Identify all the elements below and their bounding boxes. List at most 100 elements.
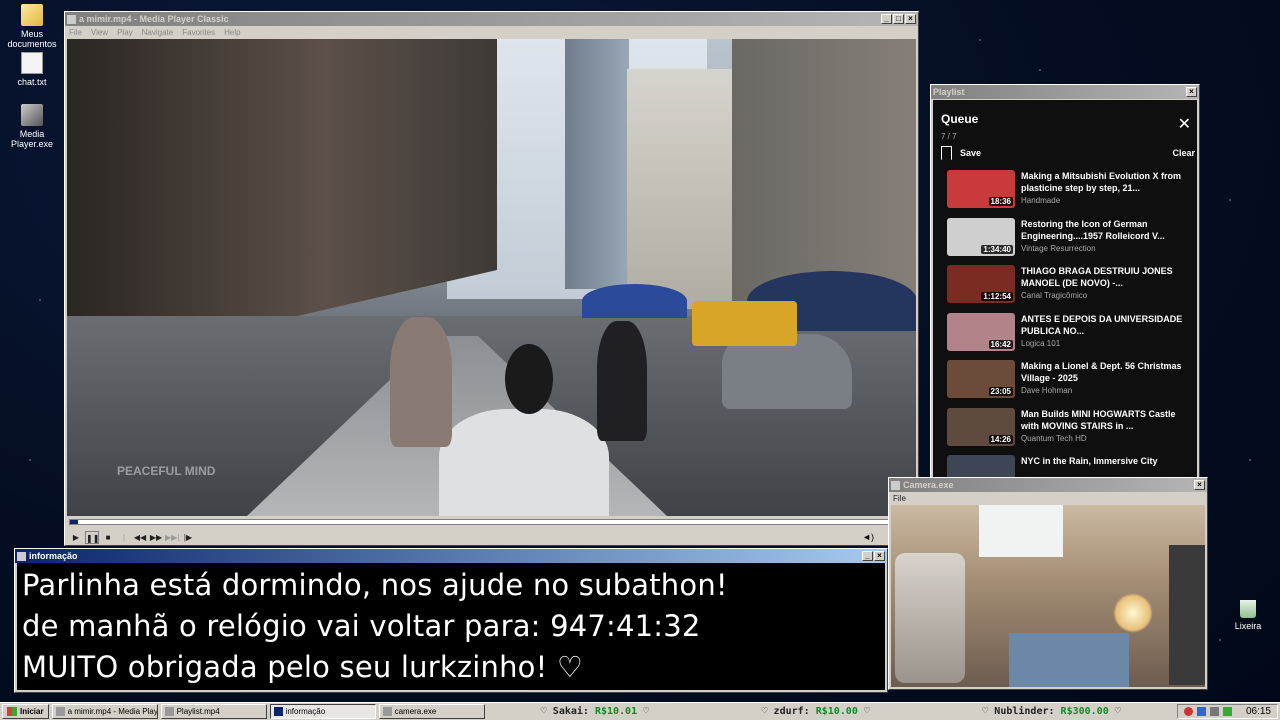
queue-item[interactable]: 1:34:40 Restoring the Icon of German Engi… [947, 217, 1193, 266]
menu-file[interactable]: File [69, 28, 82, 37]
start-button[interactable]: Iniciar [2, 704, 49, 719]
menu-view[interactable]: View [91, 28, 108, 37]
media-player-window: a mimir.mp4 - Media Player Classic _ □ ×… [64, 11, 919, 555]
close-icon[interactable]: ✕ [1178, 114, 1191, 134]
queue-item-channel: Vintage Resurrection [1021, 243, 1096, 253]
info-line-timer: de manhã o relógio vai voltar para: 947:… [22, 609, 701, 643]
previous-button[interactable]: |◀◀ [117, 531, 131, 555]
donation-ticker: ♡ Sakai: R$10.01 ♡ ♡ zdurf: R$10.00 ♡ ♡ … [485, 706, 1177, 717]
playlist-titlebar[interactable]: Playlist × [931, 85, 1199, 99]
video-thumbnail: 14:26 [947, 407, 1015, 446]
queue-item-title: NYC in the Rain, Immersive City [1021, 456, 1158, 466]
stop-button[interactable]: ■ [101, 531, 115, 544]
task-media-player[interactable]: a mimir.mp4 - Media Playe... [51, 704, 158, 719]
desktop-icon-my-documents[interactable]: Meus documentos [0, 4, 64, 49]
video-watermark: PEACEFUL MIND [117, 464, 216, 478]
menu-navigate[interactable]: Navigate [142, 28, 174, 37]
task-camera[interactable]: camera.exe [378, 704, 485, 719]
fast-forward-button[interactable]: ▶▶ [149, 531, 163, 544]
media-player-icon [55, 707, 65, 716]
task-label: camera.exe [394, 707, 437, 716]
close-button[interactable]: × [1194, 480, 1205, 490]
info-line-subathon: Parlinha está dormindo, nos ajude no sub… [22, 568, 728, 602]
close-button[interactable]: × [874, 551, 885, 561]
queue-item-channel: Logica 101 [1021, 338, 1061, 348]
tray-volume-icon[interactable] [1209, 707, 1219, 716]
queue-item[interactable]: 23:05 Making a Lionel & Dept. 56 Christma… [947, 360, 1193, 408]
heart-icon: ♡ [761, 706, 768, 717]
queue-item-channel: Quantum Tech HD [1021, 433, 1087, 443]
camera-titlebar[interactable]: Camera.exe × [889, 478, 1207, 492]
queue-item-channel: Handmade [1021, 196, 1061, 205]
tray-network-icon[interactable] [1196, 707, 1206, 716]
media-player-icon [21, 104, 43, 126]
playlist-icon [164, 707, 174, 716]
queue-item[interactable]: 1:12:54 THIAGO BRAGA DESTRUIU JONES MANOE… [947, 265, 1193, 313]
donor-name: zdurf: [773, 706, 810, 717]
playlist-window: Playlist × Queue 7 / 7 ✕ Save Clear 18:3… [930, 84, 1200, 493]
frame-step-button[interactable]: |▶ [181, 531, 195, 544]
heart-icon: ♡ [540, 706, 547, 717]
queue-item-title: Restoring the Icon of German Engineering… [1021, 218, 1165, 241]
donor-name: Nublinder: [994, 706, 1055, 717]
task-label: informação [285, 707, 326, 716]
rewind-button[interactable]: ◀◀ [133, 531, 147, 544]
close-button[interactable]: × [905, 14, 916, 24]
queue-item[interactable]: 14:26 Man Builds MINI HOGWARTS Castle wit… [947, 407, 1193, 456]
tray-misc-icon[interactable] [1222, 707, 1232, 716]
windows-logo-icon [7, 707, 17, 716]
pause-button[interactable]: ❚❚ [85, 530, 99, 544]
info-titlebar[interactable]: informação _ × [15, 549, 887, 563]
task-playlist[interactable]: Playlist.mp4 [160, 704, 267, 719]
duration-badge: 23:05 [988, 387, 1013, 396]
video-thumbnail: 18:36 [947, 170, 1015, 208]
video-person-white-sweater [439, 409, 609, 516]
menu-help[interactable]: Help [224, 28, 240, 37]
desktop-icon-media-player[interactable]: Media Player.exe [0, 104, 64, 149]
close-button[interactable]: × [1186, 87, 1197, 97]
window-title: informação [29, 551, 78, 561]
queue-item-title: THIAGO BRAGA DESTRUIU JONES MANOEL (DE N… [1021, 266, 1173, 288]
seek-bar[interactable] [69, 519, 914, 525]
camera-feed [891, 505, 1205, 687]
system-tray: 06:15 [1176, 704, 1278, 719]
desktop-icon-label: chat.txt [17, 77, 47, 87]
info-icon [273, 707, 283, 716]
save-label: Save [960, 148, 982, 158]
camera-shelf [1169, 545, 1205, 685]
desktop-icon-chat-txt[interactable]: chat.txt [0, 52, 64, 87]
queue-item[interactable]: 18:36 Making a Mitsubishi Evolution X fro… [947, 170, 1193, 218]
duration-badge: 1:34:40 [981, 244, 1013, 254]
save-button[interactable]: Save [941, 146, 981, 160]
menu-play[interactable]: Play [117, 28, 133, 37]
desktop-icon-recycle-bin[interactable]: Lixeira [1216, 600, 1280, 631]
task-label: Playlist.mp4 [176, 707, 220, 716]
camera-lamp [1113, 593, 1153, 633]
minimize-button[interactable]: _ [881, 14, 892, 24]
queue-item[interactable]: 16:42 ANTES E DEPOIS DA UNIVERSIDADE PUBL… [947, 312, 1193, 361]
queue-panel: Queue 7 / 7 ✕ Save Clear 18:36 Making a M… [933, 100, 1197, 493]
next-button[interactable]: ▶▶| [165, 531, 179, 544]
volume-icon[interactable]: ◄) [862, 532, 874, 542]
maximize-button[interactable]: □ [893, 14, 904, 24]
tray-app-icon[interactable] [1183, 707, 1193, 716]
video-frame[interactable]: PEACEFUL MIND [67, 39, 916, 516]
minimize-button[interactable]: _ [862, 551, 873, 561]
window-title: Playlist [933, 87, 965, 97]
menu-file[interactable]: File [893, 494, 906, 503]
camera-chair [895, 553, 965, 683]
donation-entry: ♡ Sakai: R$10.01 ♡ [541, 706, 649, 717]
menu-favorites[interactable]: Favorites [182, 28, 215, 37]
camera-table [1009, 633, 1129, 687]
clock[interactable]: 06:15 [1246, 706, 1271, 717]
seek-bar-fill [70, 520, 79, 524]
media-player-titlebar[interactable]: a mimir.mp4 - Media Player Classic _ □ × [65, 12, 918, 26]
play-button[interactable]: ▶ [69, 531, 83, 544]
queue-item-text: Making a Lionel & Dept. 56 Christmas Vil… [1021, 360, 1193, 408]
info-line-thanks: MUITO obrigada pelo seu lurkzinho! ♡ [22, 650, 584, 684]
video-person-backpack [597, 321, 647, 441]
playback-controls: ▶ ❚❚ ■ |◀◀ ◀◀ ▶▶ ▶▶| |▶ [69, 530, 195, 555]
task-info[interactable]: informação [269, 704, 376, 719]
clear-button[interactable]: Clear [1172, 148, 1195, 158]
video-building-tower [565, 39, 629, 289]
